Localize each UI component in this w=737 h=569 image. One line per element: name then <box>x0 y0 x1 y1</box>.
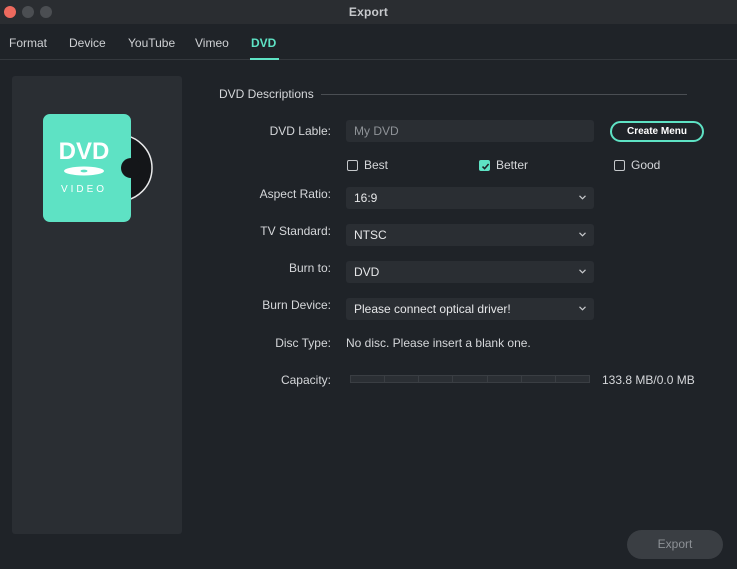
dvd-disc-icon: DVD VIDEO <box>43 114 153 222</box>
tv-standard-label: TV Standard: <box>260 224 331 238</box>
burn-device-label: Burn Device: <box>262 298 331 312</box>
chevron-down-icon <box>579 232 586 237</box>
create-menu-button[interactable]: Create Menu <box>610 121 704 142</box>
burn-device-select[interactable]: Please connect optical driver! <box>346 298 594 320</box>
tab-bar: Format Device YouTube Vimeo DVD <box>0 24 737 60</box>
checkmark-icon <box>481 162 490 170</box>
tv-standard-select[interactable]: NTSC <box>346 224 594 246</box>
quality-better-checkbox[interactable]: Better <box>479 158 528 172</box>
capacity-value: 133.8 MB/0.0 MB <box>602 373 695 387</box>
capacity-label: Capacity: <box>280 373 331 387</box>
tab-vimeo[interactable]: Vimeo <box>195 36 229 50</box>
chevron-down-icon <box>579 269 586 274</box>
checkbox-box[interactable] <box>347 159 358 171</box>
burn-to-label: Burn to: <box>288 261 331 275</box>
active-tab-indicator <box>250 58 279 60</box>
aspect-ratio-select[interactable]: 16:9 <box>346 187 594 209</box>
preview-panel: DVD VIDEO <box>12 76 182 534</box>
dvd-art-subtitle: VIDEO <box>61 184 107 195</box>
dvd-video-logo: DVD VIDEO <box>43 114 155 231</box>
burn-to-select[interactable]: DVD <box>346 261 594 283</box>
section-divider <box>321 94 687 95</box>
aspect-ratio-value: 16:9 <box>354 191 378 205</box>
checkbox-box[interactable] <box>614 159 625 171</box>
tab-format[interactable]: Format <box>9 36 47 50</box>
quality-best-label: Best <box>364 158 389 172</box>
quality-good-label: Good <box>631 158 661 172</box>
tab-dvd[interactable]: DVD <box>251 36 276 50</box>
disc-type-value: No disc. Please insert a blank one. <box>346 336 531 350</box>
tv-standard-value: NTSC <box>354 228 387 242</box>
chevron-down-icon <box>579 195 586 200</box>
checkbox-box-checked[interactable] <box>479 159 490 171</box>
section-title: DVD Descriptions <box>219 87 314 101</box>
aspect-ratio-label: Aspect Ratio: <box>259 187 331 201</box>
quality-good-checkbox[interactable]: Good <box>614 158 660 172</box>
dvd-art-title: DVD <box>59 138 110 165</box>
capacity-bar <box>350 375 590 383</box>
dvd-label-label: DVD Lable: <box>269 124 331 138</box>
disc-type-label: Disc Type: <box>275 336 331 350</box>
export-window: Export Format Device YouTube Vimeo DVD D… <box>0 0 737 569</box>
quality-best-checkbox[interactable]: Best <box>347 158 388 172</box>
tab-youtube[interactable]: YouTube <box>128 36 175 50</box>
tab-device[interactable]: Device <box>69 36 106 50</box>
export-button[interactable]: Export <box>627 530 723 559</box>
burn-device-value: Please connect optical driver! <box>354 302 511 316</box>
title-bar: Export <box>0 0 737 24</box>
chevron-down-icon <box>579 306 586 311</box>
window-title: Export <box>348 5 389 19</box>
quality-better-label: Better <box>496 158 529 172</box>
dvd-label-input[interactable]: My DVD <box>346 120 594 142</box>
burn-to-value: DVD <box>354 265 380 279</box>
